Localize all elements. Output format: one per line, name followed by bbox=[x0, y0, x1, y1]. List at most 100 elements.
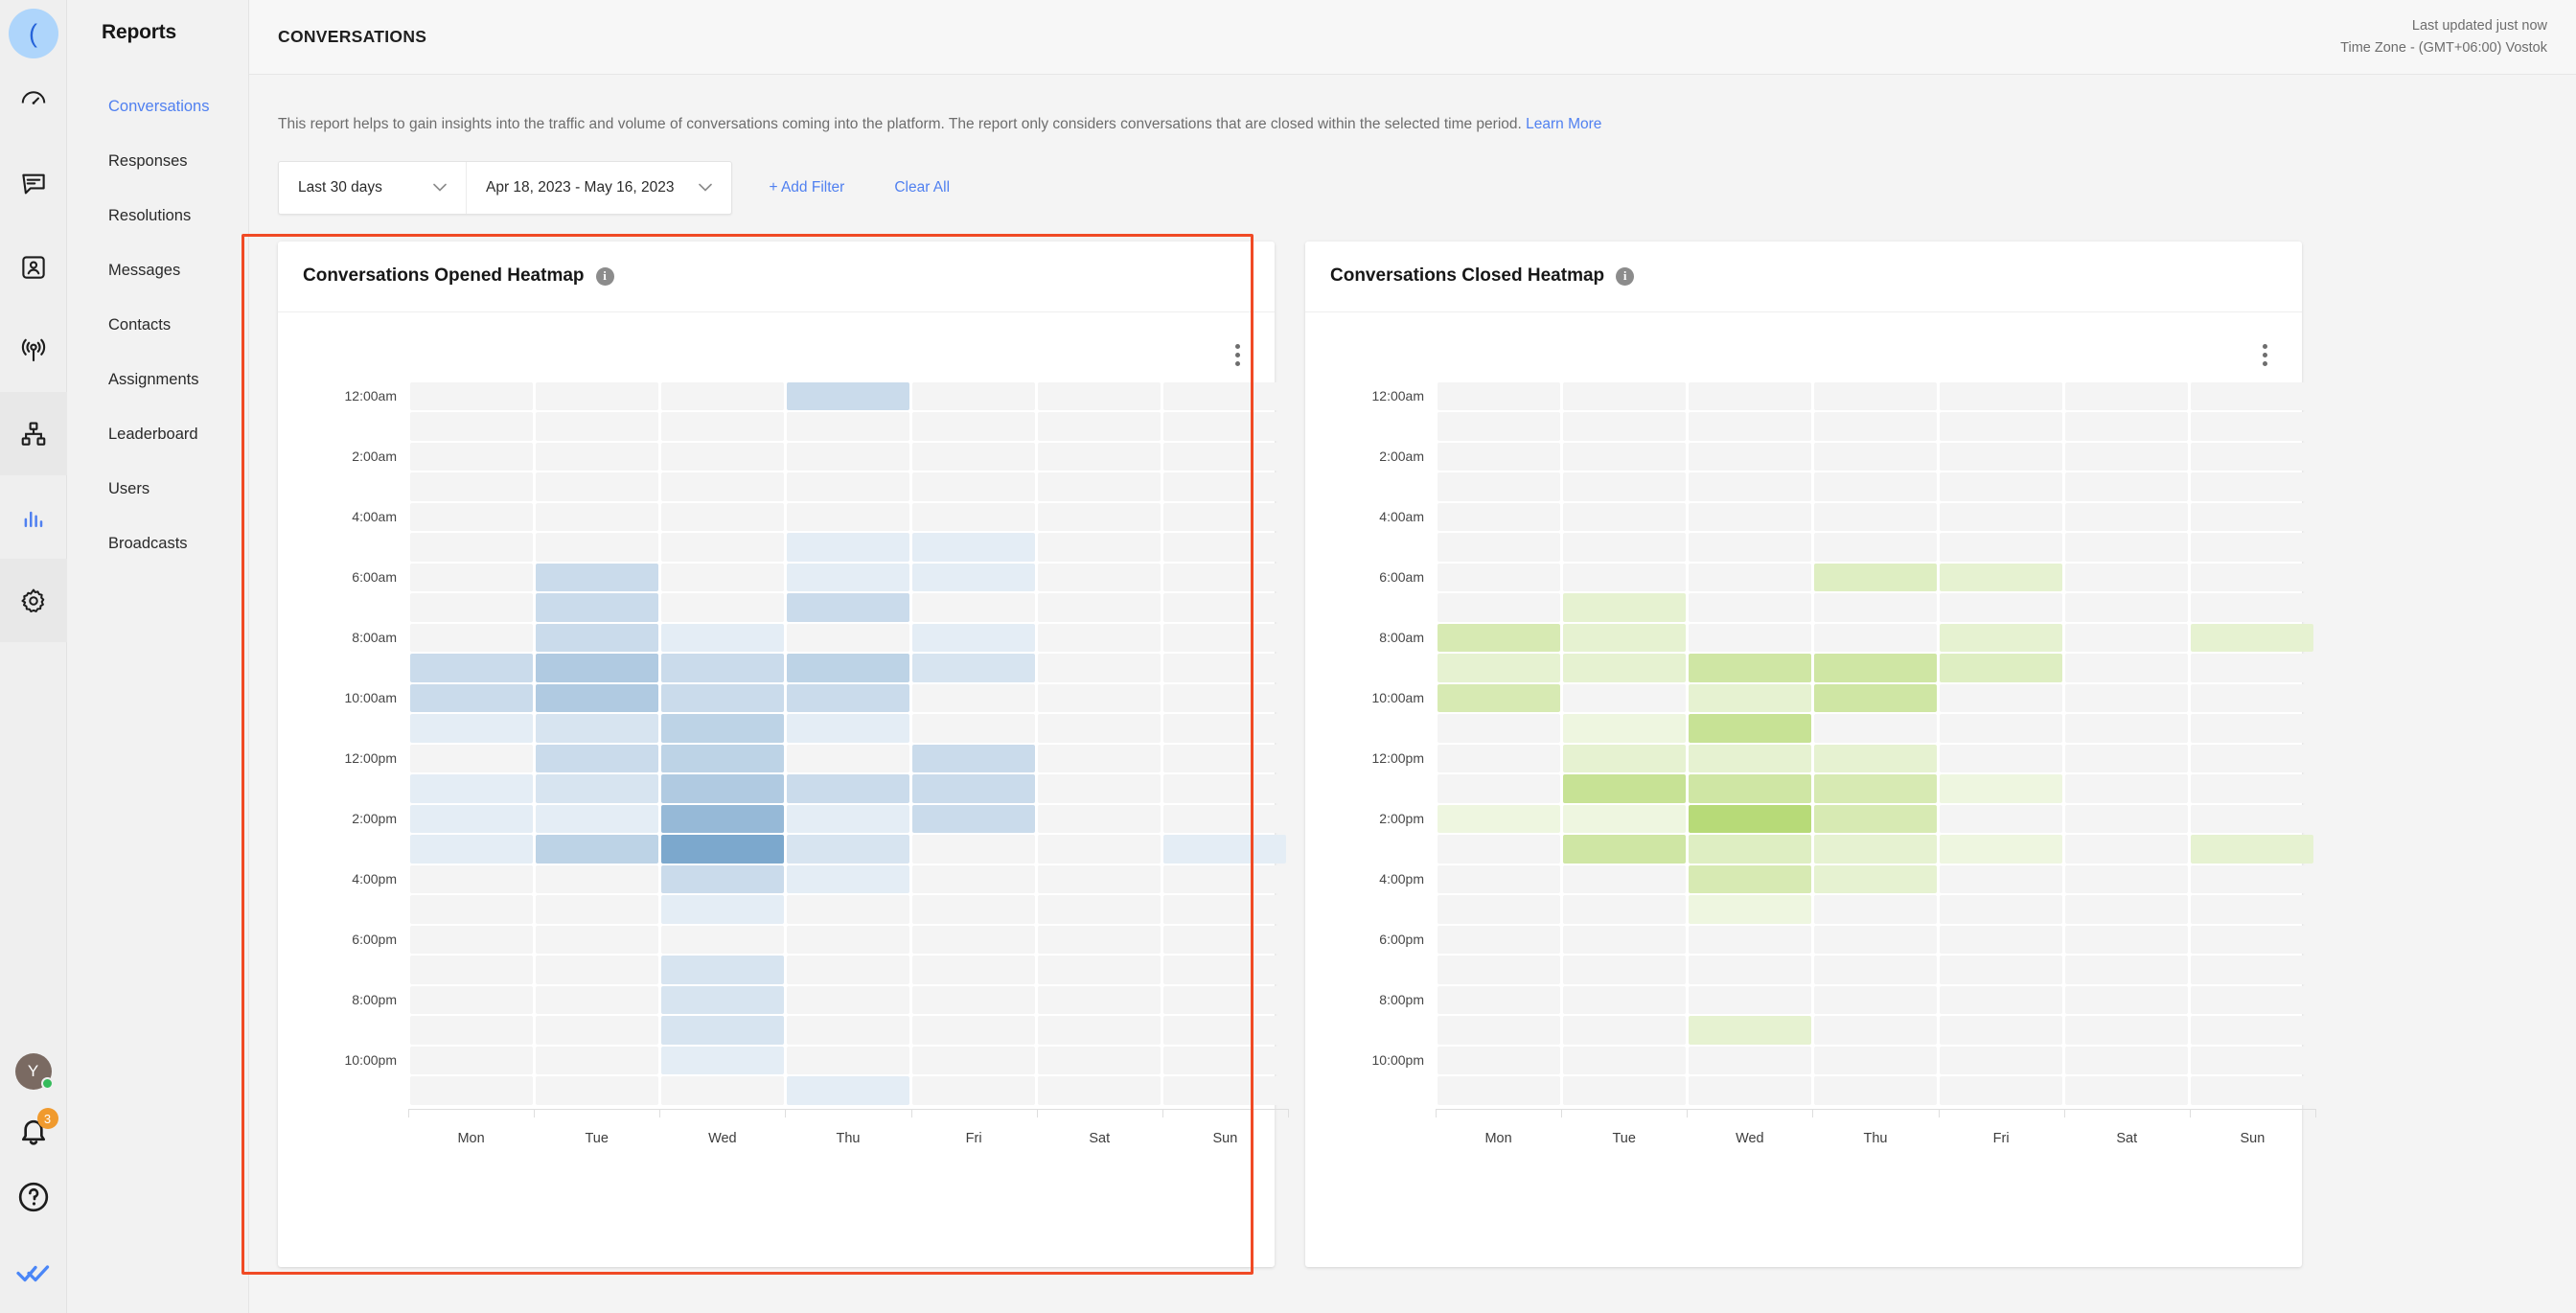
heatmap-cell[interactable] bbox=[1688, 1076, 1811, 1105]
notifications-button[interactable]: 3 bbox=[14, 1108, 58, 1151]
heatmap-cell[interactable] bbox=[409, 683, 533, 713]
heatmap-cell[interactable] bbox=[1688, 895, 1811, 924]
heatmap-cell[interactable] bbox=[1940, 1076, 2063, 1105]
heatmap-cell[interactable] bbox=[786, 654, 910, 682]
heatmap-cell[interactable] bbox=[1562, 593, 1686, 622]
heatmap-cell[interactable] bbox=[1940, 683, 2063, 713]
heatmap-cell[interactable] bbox=[2065, 804, 2189, 834]
heatmap-cell[interactable] bbox=[786, 1076, 910, 1105]
heatmap-cell[interactable] bbox=[1562, 714, 1686, 743]
heatmap-cell[interactable] bbox=[1688, 985, 1811, 1015]
heatmap-cell[interactable] bbox=[786, 714, 910, 743]
heatmap-cell[interactable] bbox=[1562, 502, 1686, 532]
heatmap-cell[interactable] bbox=[660, 381, 784, 411]
clear-all-button[interactable]: Clear All bbox=[894, 179, 950, 196]
heatmap-cell[interactable] bbox=[786, 472, 910, 501]
heatmap-cell[interactable] bbox=[535, 442, 658, 472]
sidebar-item-broadcasts[interactable]: Broadcasts bbox=[67, 517, 248, 571]
add-filter-button[interactable]: + Add Filter bbox=[769, 179, 844, 196]
heatmap-cell[interactable] bbox=[786, 835, 910, 864]
heatmap-cell[interactable] bbox=[1163, 381, 1287, 411]
heatmap-cell[interactable] bbox=[660, 683, 784, 713]
heatmap-cell[interactable] bbox=[409, 985, 533, 1015]
heatmap-cell[interactable] bbox=[2191, 683, 2314, 713]
heatmap-cell[interactable] bbox=[786, 774, 910, 803]
sidebar-item-resolutions[interactable]: Resolutions bbox=[67, 189, 248, 243]
heatmap-cell[interactable] bbox=[1038, 744, 1162, 773]
heatmap-cell[interactable] bbox=[535, 623, 658, 653]
heatmap-cell[interactable] bbox=[409, 835, 533, 864]
heatmap-cell[interactable] bbox=[912, 744, 1036, 773]
sidebar-item-assignments[interactable]: Assignments bbox=[67, 353, 248, 407]
heatmap-cell[interactable] bbox=[1813, 804, 1938, 834]
heatmap-cell[interactable] bbox=[1163, 1016, 1287, 1045]
heatmap-cell[interactable] bbox=[1163, 985, 1287, 1015]
heatmap-cell[interactable] bbox=[660, 744, 784, 773]
heatmap-cell[interactable] bbox=[1038, 472, 1162, 501]
heatmap-cell[interactable] bbox=[786, 1046, 910, 1075]
sidebar-item-contacts[interactable]: Contacts bbox=[67, 298, 248, 353]
heatmap-cell[interactable] bbox=[1163, 412, 1287, 441]
heatmap-cell[interactable] bbox=[2191, 744, 2314, 773]
more-options-icon[interactable] bbox=[2254, 343, 2275, 368]
heatmap-cell[interactable] bbox=[1562, 472, 1686, 501]
heatmap-cell[interactable] bbox=[409, 956, 533, 984]
heatmap-cell[interactable] bbox=[1940, 925, 2063, 955]
heatmap-cell[interactable] bbox=[1437, 502, 1560, 532]
heatmap-cell[interactable] bbox=[1437, 1046, 1560, 1075]
heatmap-cell[interactable] bbox=[1163, 895, 1287, 924]
heatmap-cell[interactable] bbox=[409, 412, 533, 441]
heatmap-cell[interactable] bbox=[1437, 1016, 1560, 1045]
heatmap-cell[interactable] bbox=[1437, 804, 1560, 834]
heatmap-cell[interactable] bbox=[1688, 654, 1811, 682]
heatmap-cell[interactable] bbox=[1437, 683, 1560, 713]
heatmap-cell[interactable] bbox=[1163, 533, 1287, 562]
heatmap-cell[interactable] bbox=[912, 683, 1036, 713]
heatmap-cell[interactable] bbox=[2065, 683, 2189, 713]
heatmap-cell[interactable] bbox=[1562, 563, 1686, 592]
heatmap-cell[interactable] bbox=[2065, 1046, 2189, 1075]
heatmap-cell[interactable] bbox=[786, 442, 910, 472]
heatmap-cell[interactable] bbox=[535, 714, 658, 743]
heatmap-cell[interactable] bbox=[912, 381, 1036, 411]
learn-more-link[interactable]: Learn More bbox=[1526, 116, 1601, 132]
avatar[interactable]: Y bbox=[14, 1053, 54, 1090]
heatmap-cell[interactable] bbox=[1562, 956, 1686, 984]
heatmap-cell[interactable] bbox=[1038, 1076, 1162, 1105]
heatmap-cell[interactable] bbox=[1940, 1016, 2063, 1045]
heatmap-cell[interactable] bbox=[912, 533, 1036, 562]
heatmap-cell[interactable] bbox=[660, 1076, 784, 1105]
rail-item-automation[interactable] bbox=[0, 392, 67, 475]
heatmap-cell[interactable] bbox=[1688, 533, 1811, 562]
heatmap-cell[interactable] bbox=[1688, 1016, 1811, 1045]
heatmap-cell[interactable] bbox=[1562, 381, 1686, 411]
heatmap-cell[interactable] bbox=[1562, 683, 1686, 713]
heatmap-cell[interactable] bbox=[1437, 381, 1560, 411]
heatmap-cell[interactable] bbox=[1562, 1016, 1686, 1045]
rail-item-conversations[interactable] bbox=[0, 142, 67, 225]
heatmap-cell[interactable] bbox=[1688, 774, 1811, 803]
heatmap-cell[interactable] bbox=[409, 593, 533, 622]
heatmap-cell[interactable] bbox=[1813, 714, 1938, 743]
heatmap-cell[interactable] bbox=[1688, 381, 1811, 411]
heatmap-cell[interactable] bbox=[535, 895, 658, 924]
heatmap-cell[interactable] bbox=[912, 714, 1036, 743]
heatmap-cell[interactable] bbox=[1038, 774, 1162, 803]
heatmap-cell[interactable] bbox=[1562, 864, 1686, 894]
heatmap-cell[interactable] bbox=[2065, 412, 2189, 441]
rail-item-broadcasts[interactable] bbox=[0, 309, 67, 392]
heatmap-cell[interactable] bbox=[1813, 502, 1938, 532]
heatmap-cell[interactable] bbox=[2191, 925, 2314, 955]
heatmap-cell[interactable] bbox=[1437, 835, 1560, 864]
heatmap-cell[interactable] bbox=[2065, 956, 2189, 984]
heatmap-cell[interactable] bbox=[2191, 381, 2314, 411]
heatmap-cell[interactable] bbox=[1940, 835, 2063, 864]
read-receipts-button[interactable] bbox=[15, 1260, 52, 1290]
heatmap-cell[interactable] bbox=[912, 804, 1036, 834]
heatmap-cell[interactable] bbox=[2191, 714, 2314, 743]
heatmap-cell[interactable] bbox=[2065, 623, 2189, 653]
heatmap-cell[interactable] bbox=[912, 502, 1036, 532]
help-button[interactable] bbox=[14, 1178, 53, 1216]
heatmap-cell[interactable] bbox=[1163, 563, 1287, 592]
heatmap-cell[interactable] bbox=[1562, 774, 1686, 803]
